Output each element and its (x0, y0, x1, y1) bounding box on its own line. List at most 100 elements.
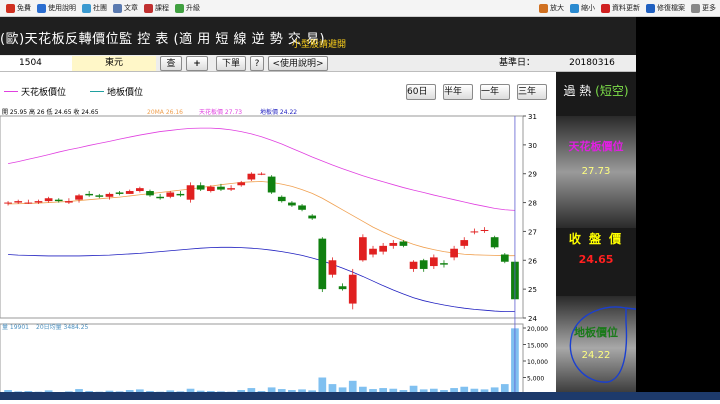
group-icon (82, 3, 91, 13)
candle-body (470, 231, 479, 233)
stock-name-field: 東元 (72, 56, 156, 71)
stock-code-input[interactable]: 1504 (0, 56, 72, 71)
candle-body (429, 257, 438, 267)
candle-body (196, 185, 205, 190)
price-chart[interactable]: 24 25 26 27 28 29 30 31 5,000 10,000 15,000 20,000 開… (0, 106, 556, 400)
toolbar-left-item-label: 文章 (124, 4, 138, 12)
candle-body (288, 202, 296, 206)
toolbar-right-item-label: 修復檔案 (657, 4, 685, 12)
candle-body (186, 185, 195, 200)
candle-body (34, 201, 43, 203)
home-icon (6, 3, 15, 13)
candle-body (166, 192, 175, 197)
candle-body (85, 193, 94, 196)
toolbar-right-item-label: 資料更新 (612, 4, 640, 12)
toolbar-right: 放大 縮小 資料更新 修復檔案 更多 (533, 3, 720, 13)
toolbar-right-repair-button[interactable]: 修復檔案 (646, 3, 685, 13)
refresh-icon (601, 3, 610, 13)
volume-readout: 量 19901 (2, 324, 29, 331)
range-button-1y[interactable]: 一年 (480, 84, 510, 100)
toolbar-left: 免費 使用說明 社團 文章 課程 升級 (0, 3, 200, 13)
toolbar-right-zoom-in-button[interactable]: 放大 (539, 3, 564, 13)
candle-body (95, 195, 104, 197)
candle-body (369, 248, 377, 255)
candle-body (75, 195, 83, 200)
y-tick-label: 31 (528, 113, 537, 121)
toolbar-right-more-button[interactable]: 更多 (691, 3, 716, 13)
candle-body (105, 193, 114, 197)
toolbar-left-item-label: 升級 (186, 4, 200, 12)
candle-body (136, 188, 144, 192)
legend-floor: 地板價位 (90, 85, 143, 98)
candle-body (237, 182, 246, 186)
toolbar-left-upgrade-button[interactable]: 升級 (175, 3, 200, 13)
query-button[interactable]: 查 (160, 56, 182, 71)
question-button[interactable]: ? (250, 56, 264, 71)
repair-icon (646, 3, 655, 13)
candle-body (14, 201, 23, 203)
more-icon (691, 3, 700, 13)
handwritten-circle-annotation (569, 306, 636, 383)
candle-body (227, 188, 235, 190)
control-bar: 1504 東元 查 + 下單 ? <使用說明> 基準日： 20180316 (0, 55, 636, 72)
upgrade-icon (175, 3, 184, 13)
volume-tick-label: 5,000 (527, 376, 544, 383)
y-tick-label: 29 (528, 171, 537, 179)
candle-body (257, 173, 266, 175)
y-tick-label: 24 (528, 315, 537, 323)
candle-body (399, 241, 408, 246)
volume-tick-label: 10,000 (527, 359, 548, 366)
zoom-in-icon (539, 3, 548, 13)
title-bar: (歐)天花板反轉價位監 控 表 (適 用 短 線 逆 勢 交 易) 小型股請避開 (0, 17, 636, 55)
toolbar-right-item-label: 放大 (550, 4, 564, 12)
chart-legend-bar: 天花板價位 地板價位 60日 半年 一年 三年 (0, 72, 556, 106)
add-button[interactable]: + (186, 56, 208, 71)
toolbar-left-item-label: 免費 (17, 4, 31, 12)
candle-body (440, 263, 448, 265)
candle-body (338, 286, 347, 290)
page-title: (歐)天花板反轉價位監 控 表 (適 用 短 線 逆 勢 交 易) (0, 32, 326, 47)
toolbar-left-help-button[interactable]: 使用說明 (37, 3, 76, 13)
toolbar-left-group-button[interactable]: 社團 (82, 3, 107, 13)
help-button[interactable]: <使用說明> (268, 56, 328, 71)
candle-body (308, 215, 317, 219)
floor-readout: 地板價 24.22 (260, 108, 297, 116)
y-tick-label: 30 (528, 142, 537, 150)
candle-body (65, 201, 73, 203)
right-panel: 過 熱 (短空) 天花板價位 27.73 收 盤 價 24.65 地板價位 24… (556, 72, 636, 400)
zoom-out-icon (570, 3, 579, 13)
candle-body (44, 198, 53, 202)
range-button-60d[interactable]: 60日 (406, 84, 436, 100)
candle-body (176, 193, 185, 196)
candle-body (379, 245, 387, 252)
volume-tick-label: 15,000 (527, 343, 548, 350)
candle-body (460, 240, 469, 246)
candle-body (500, 254, 509, 262)
y-tick-label: 28 (528, 200, 537, 208)
candle-body (24, 202, 33, 204)
candle-body (156, 196, 164, 199)
legend-ceiling: 天花板價位 (4, 85, 66, 98)
ma-readout: 20MA 26.16 (147, 109, 183, 116)
article-icon (113, 3, 122, 13)
range-button-3y[interactable]: 三年 (517, 84, 547, 100)
ceiling-readout: 天花板價 27.73 (199, 108, 242, 116)
volume-ma-readout: 20日均量 3484.25 (36, 323, 89, 331)
y-tick-label: 26 (528, 257, 537, 265)
order-button[interactable]: 下單 (216, 56, 246, 71)
toolbar-left-home-button[interactable]: 免費 (6, 3, 31, 13)
candle-body (318, 238, 327, 290)
toolbar-right-zoom-out-button[interactable]: 縮小 (570, 3, 595, 13)
toolbar-right-item-label: 更多 (702, 4, 716, 12)
toolbar-left-article-button[interactable]: 文章 (113, 3, 138, 13)
candle-body (115, 192, 124, 194)
legend-ceiling-label: 天花板價位 (21, 88, 67, 98)
date-label: 基準日： (498, 58, 535, 68)
top-toolbar: 免費 使用說明 社團 文章 課程 升級 放大 縮小 資料更新 修復檔案 更多 (0, 0, 720, 17)
toolbar-left-course-button[interactable]: 課程 (144, 3, 169, 13)
range-button-half-year[interactable]: 半年 (443, 84, 473, 100)
volume-plot-frame (0, 323, 524, 397)
candle-body (217, 186, 225, 190)
candle-body (206, 186, 215, 192)
toolbar-right-refresh-button[interactable]: 資料更新 (601, 3, 640, 13)
